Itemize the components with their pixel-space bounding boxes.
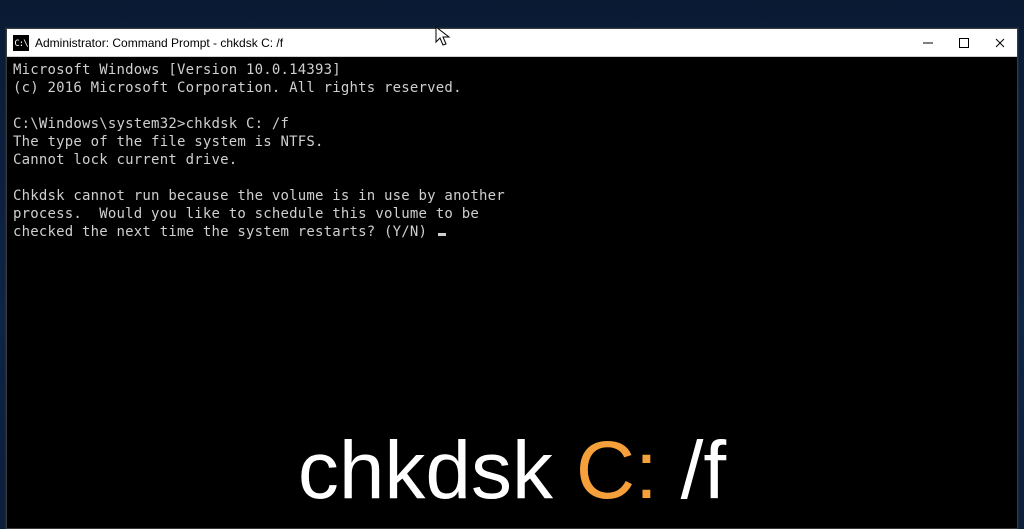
prompt-line: C:\Windows\system32>chkdsk C: /f xyxy=(13,116,289,132)
overlay-part-3: /f xyxy=(658,425,726,516)
message-line-3: checked the next time the system restart… xyxy=(13,224,436,240)
maximize-icon xyxy=(958,37,970,49)
banner-line-1: Microsoft Windows [Version 10.0.14393] xyxy=(13,62,341,78)
desktop: C:\ Administrator: Command Prompt - chkd… xyxy=(0,0,1024,529)
prompt-command: chkdsk C: /f xyxy=(186,116,290,132)
prompt-path: C:\Windows\system32> xyxy=(13,116,186,132)
minimize-icon xyxy=(922,37,934,49)
overlay-part-1: chkdsk xyxy=(298,425,576,516)
command-prompt-window: C:\ Administrator: Command Prompt - chkd… xyxy=(6,28,1018,529)
close-icon xyxy=(994,37,1006,49)
terminal-output[interactable]: Microsoft Windows [Version 10.0.14393] (… xyxy=(7,57,1017,528)
fs-type-line: The type of the file system is NTFS. xyxy=(13,134,324,150)
window-controls xyxy=(921,36,1013,50)
banner-line-2: (c) 2016 Microsoft Corporation. All righ… xyxy=(13,80,462,96)
overlay-part-2: C: xyxy=(576,425,658,516)
overlay-caption: chkdsk C: /f xyxy=(7,430,1017,512)
lock-line: Cannot lock current drive. xyxy=(13,152,237,168)
text-cursor xyxy=(438,233,446,236)
titlebar[interactable]: C:\ Administrator: Command Prompt - chkd… xyxy=(7,29,1017,57)
message-line-1: Chkdsk cannot run because the volume is … xyxy=(13,188,505,204)
cmd-icon: C:\ xyxy=(13,35,29,51)
close-button[interactable] xyxy=(993,36,1007,50)
maximize-button[interactable] xyxy=(957,36,971,50)
minimize-button[interactable] xyxy=(921,36,935,50)
message-line-2: process. Would you like to schedule this… xyxy=(13,206,479,222)
window-title: Administrator: Command Prompt - chkdsk C… xyxy=(35,36,283,50)
